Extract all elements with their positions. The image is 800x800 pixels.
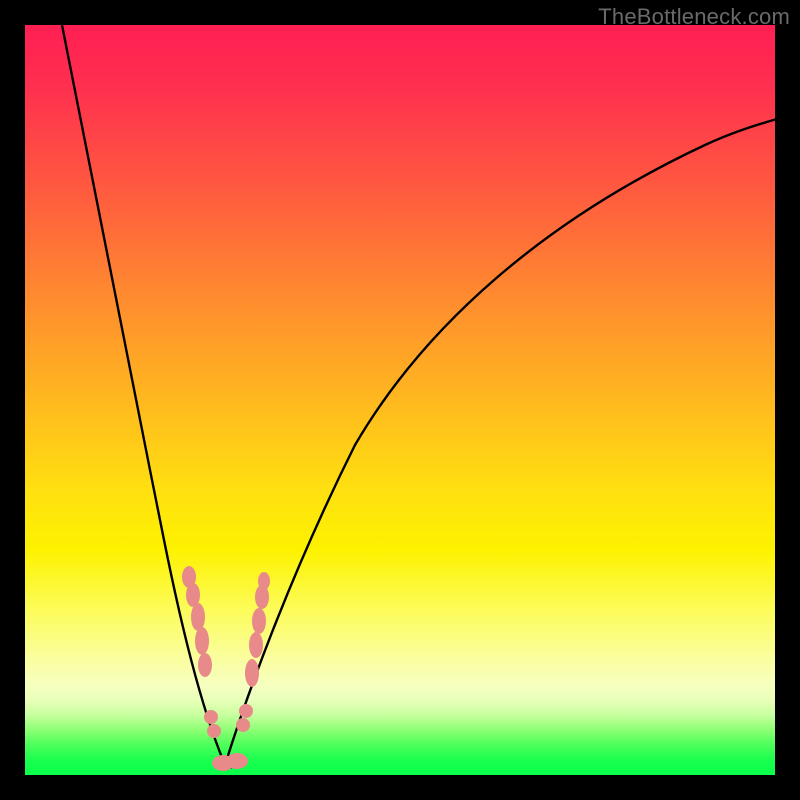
marker-dot (249, 632, 263, 658)
marker-dot (252, 608, 266, 634)
marker-dot (226, 753, 248, 769)
marker-dot (198, 653, 212, 677)
marker-dot (258, 572, 270, 590)
marker-dot (239, 704, 253, 718)
curve-group (62, 25, 775, 769)
watermark-text: TheBottleneck.com (598, 4, 790, 30)
marker-dot (236, 718, 250, 732)
marker-dot (195, 627, 209, 655)
outer-frame: TheBottleneck.com (0, 0, 800, 800)
marker-dot (191, 603, 205, 631)
curve-right-path (225, 119, 775, 765)
marker-dot (207, 724, 221, 738)
marker-dot (245, 659, 259, 687)
marker-dot (204, 710, 218, 724)
curve-layer (25, 25, 775, 775)
plot-area (25, 25, 775, 775)
markers-group (182, 566, 270, 771)
